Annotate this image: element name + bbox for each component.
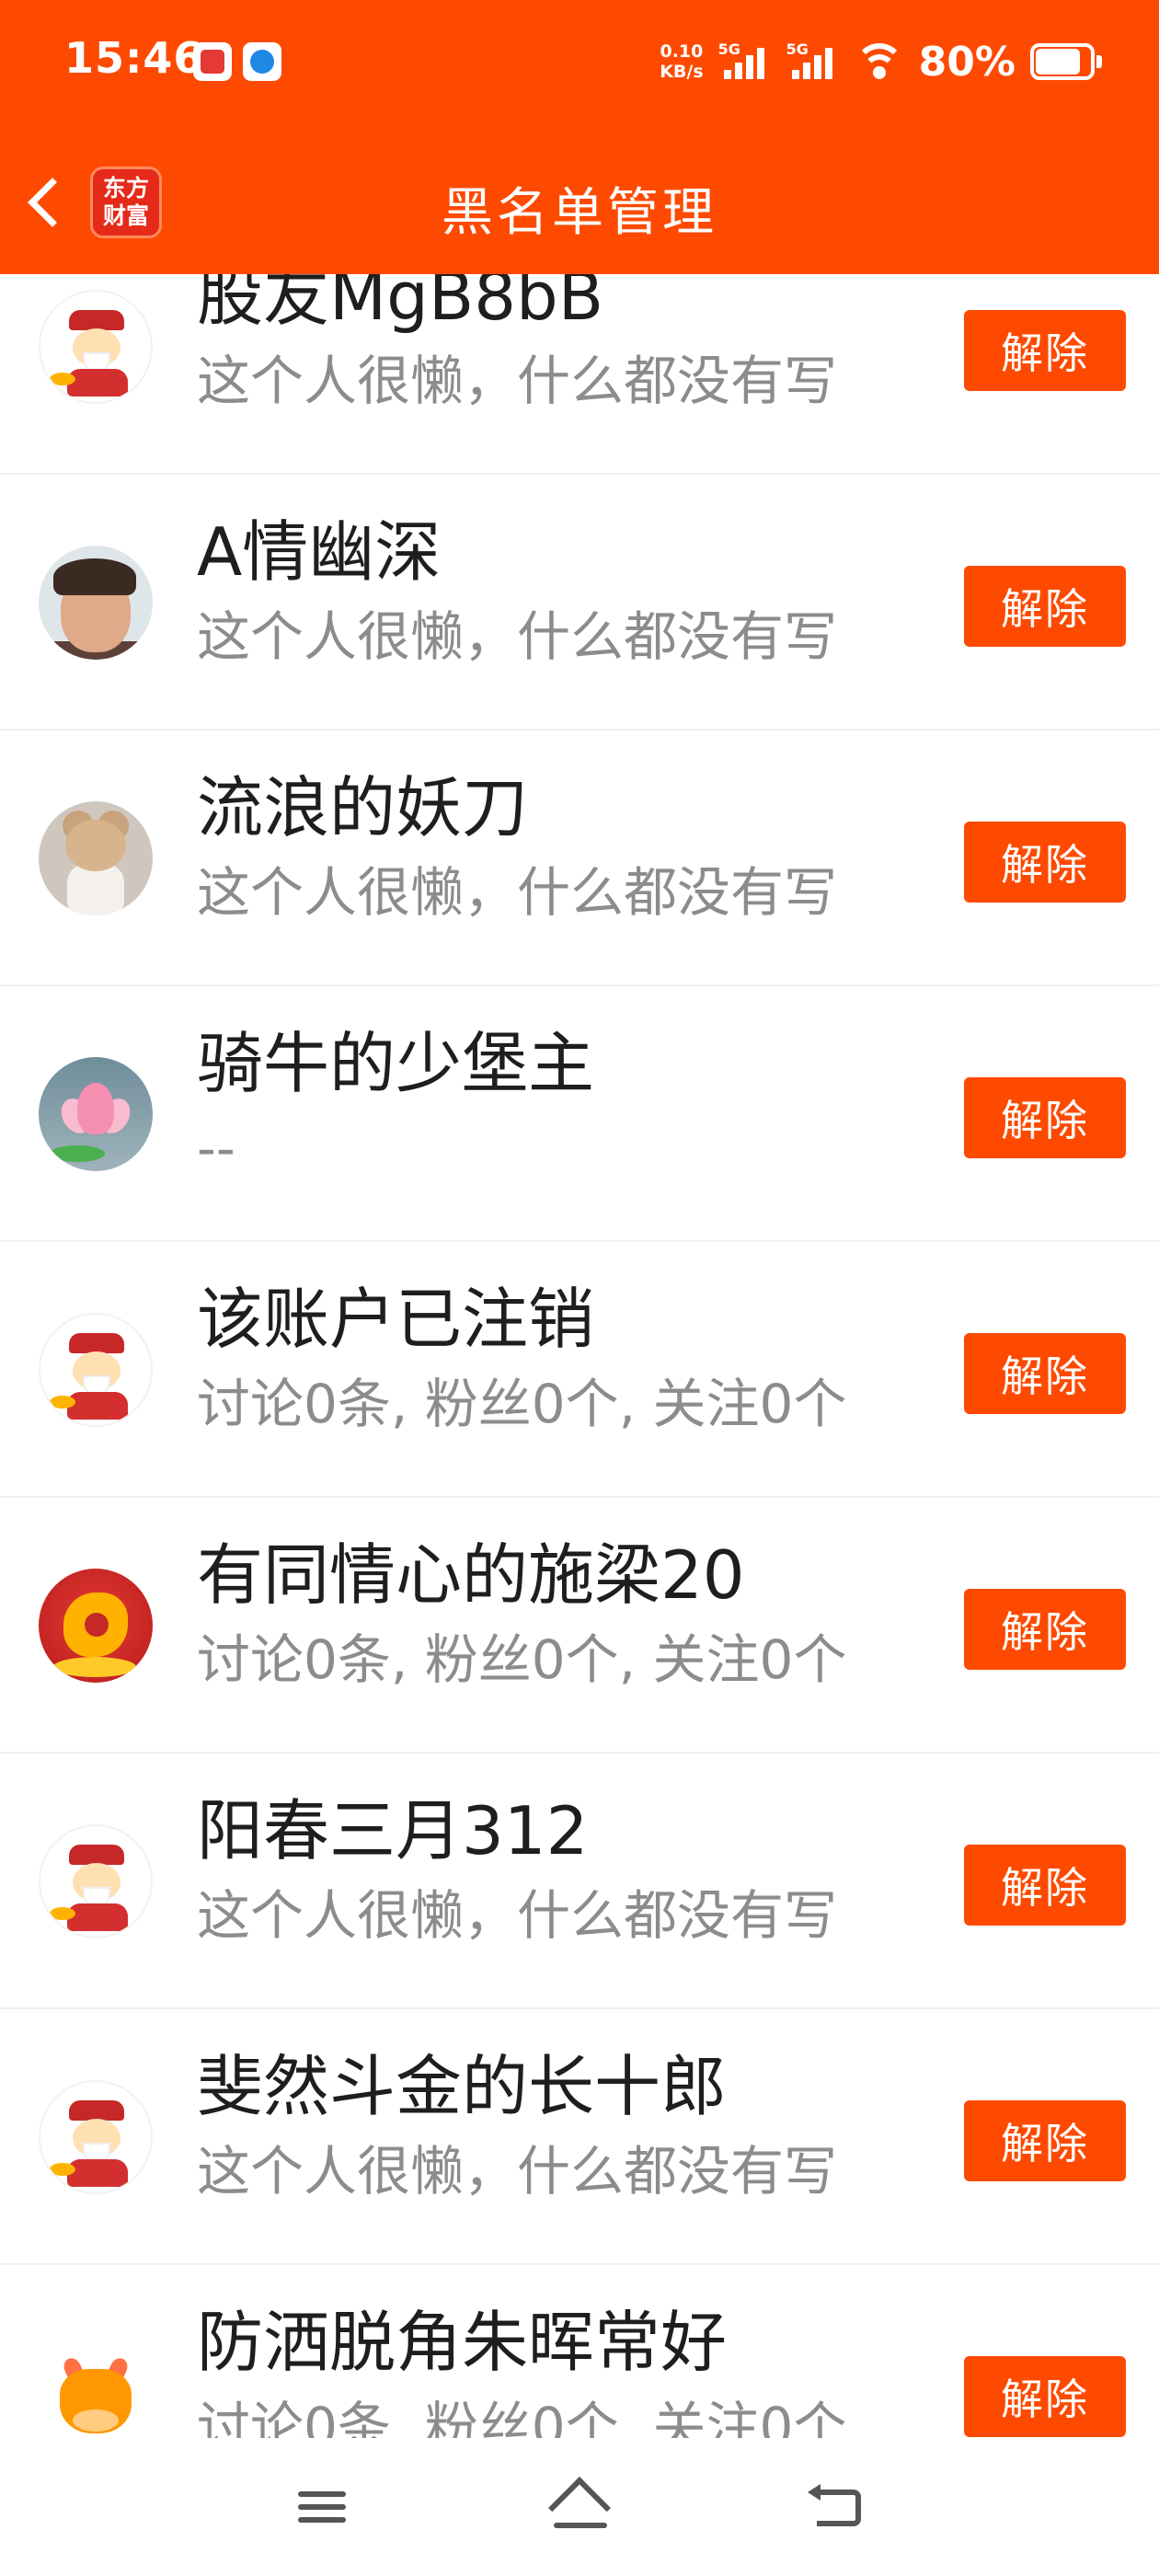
- remove-button[interactable]: 解除: [964, 1077, 1126, 1158]
- network-speed-value: 0.10: [660, 41, 704, 62]
- god-of-wealth-avatar[interactable]: [39, 290, 153, 404]
- remove-button[interactable]: 解除: [964, 822, 1126, 903]
- page-title: 黑名单管理: [442, 183, 717, 243]
- dragon-avatar[interactable]: [39, 1569, 153, 1683]
- remove-button[interactable]: 解除: [964, 1333, 1126, 1414]
- status-bar: 15:46 0.10 KB/s 5G 5G 80%: [0, 0, 1159, 129]
- user-description: 讨论0条, 粉丝0个, 关注0个: [197, 1628, 847, 1691]
- signal-label: 5G: [717, 40, 740, 58]
- home-icon[interactable]: [543, 2475, 616, 2539]
- remove-button[interactable]: 解除: [964, 1845, 1126, 1926]
- remove-button[interactable]: 解除: [964, 2100, 1126, 2181]
- person-photo-avatar[interactable]: [39, 546, 153, 660]
- god-of-wealth-avatar[interactable]: [39, 2080, 153, 2194]
- user-description: 讨论0条, 粉丝0个, 关注0个: [197, 1373, 847, 1435]
- blacklist-item[interactable]: A情幽深 这个人很懒，什么都没有写 解除: [0, 475, 1159, 730]
- notification-app-icon: [243, 42, 281, 81]
- battery-percentage: 80%: [918, 38, 1016, 86]
- notification-app-icon: [193, 42, 232, 81]
- user-name: 骑牛的少堡主: [197, 1025, 595, 1102]
- blacklist-item[interactable]: 流浪的妖刀 这个人很懒，什么都没有写 解除: [0, 730, 1159, 986]
- blacklist-item[interactable]: 骑牛的少堡主 -- 解除: [0, 986, 1159, 1242]
- remove-button[interactable]: 解除: [964, 2356, 1126, 2437]
- navigation-bar: 东方 财富 黑名单管理: [0, 138, 1159, 267]
- signal-label: 5G: [786, 40, 809, 58]
- status-time: 15:46: [64, 33, 204, 83]
- blacklist-item[interactable]: 该账户已注销 讨论0条, 粉丝0个, 关注0个 解除: [0, 1242, 1159, 1498]
- status-indicators: 0.10 KB/s 5G 5G 80%: [660, 37, 1102, 86]
- blacklist-item[interactable]: 阳春三月312 这个人很懒，什么都没有写 解除: [0, 1754, 1159, 2009]
- user-name: 流浪的妖刀: [197, 769, 529, 846]
- user-description: 这个人很懒，什么都没有写: [197, 1884, 838, 1947]
- user-name: 该账户已注销: [197, 1281, 595, 1358]
- lotus-avatar[interactable]: [39, 1057, 153, 1171]
- app-screen: 15:46 0.10 KB/s 5G 5G 80% 东方 财富 黑名单管理 股友…: [0, 0, 1159, 2576]
- back-arrow-icon[interactable]: [800, 2475, 874, 2539]
- user-description: 这个人很懒，什么都没有写: [197, 2140, 838, 2202]
- menu-icon[interactable]: [285, 2475, 359, 2539]
- remove-button[interactable]: 解除: [964, 566, 1126, 647]
- wifi-icon: [854, 41, 904, 82]
- remove-button[interactable]: 解除: [964, 310, 1126, 391]
- god-of-wealth-avatar[interactable]: [39, 1313, 153, 1427]
- user-description: --: [197, 1117, 235, 1179]
- user-description: 这个人很懒，什么都没有写: [197, 861, 838, 924]
- blacklist-list: 股友MgB8bB 这个人很懒，什么都没有写 解除 A情幽深 这个人很懒，什么都没…: [0, 219, 1159, 2521]
- battery-icon: [1030, 43, 1102, 80]
- network-speed: 0.10 KB/s: [660, 41, 703, 82]
- teddy-bear-avatar[interactable]: [39, 801, 153, 915]
- signal-icon: 5G: [786, 40, 840, 83]
- network-speed-unit: KB/s: [660, 62, 704, 82]
- blacklist-item[interactable]: 斐然斗金的长十郎 这个人很懒，什么都没有写 解除: [0, 2009, 1159, 2265]
- user-name: 斐然斗金的长十郎: [197, 2048, 728, 2125]
- user-name: 阳春三月312: [197, 1792, 589, 1869]
- user-name: A情幽深: [197, 513, 442, 591]
- cow-avatar[interactable]: [39, 2336, 153, 2450]
- user-name: 防洒脱角朱晖常好: [197, 2304, 728, 2381]
- user-description: 这个人很懒，什么都没有写: [197, 605, 838, 668]
- signal-icon: 5G: [718, 40, 772, 83]
- user-name: 有同情心的施梁20: [197, 1536, 745, 1614]
- blacklist-item[interactable]: 有同情心的施梁20 讨论0条, 粉丝0个, 关注0个 解除: [0, 1498, 1159, 1754]
- god-of-wealth-avatar[interactable]: [39, 1824, 153, 1938]
- remove-button[interactable]: 解除: [964, 1589, 1126, 1670]
- system-navigation-bar: [0, 2438, 1159, 2576]
- app-header: 15:46 0.10 KB/s 5G 5G 80% 东方 财富 黑名单管理: [0, 0, 1159, 274]
- user-description: 这个人很懒，什么都没有写: [197, 350, 838, 412]
